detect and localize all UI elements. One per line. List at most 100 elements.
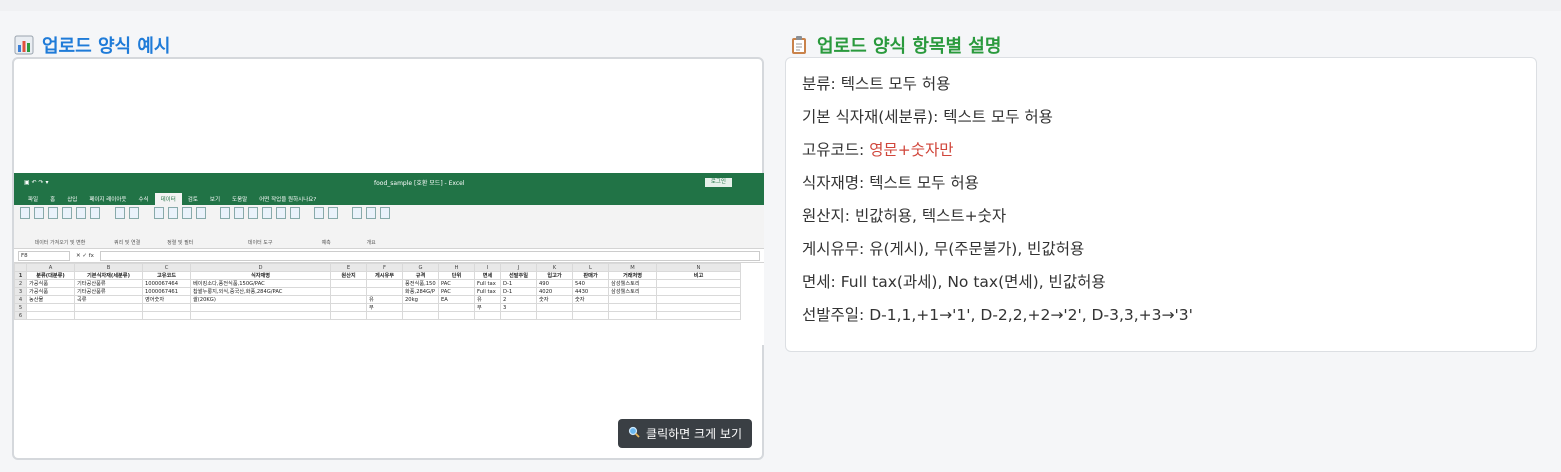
- excel-row-number: 4: [14, 295, 27, 304]
- excel-cell: 게시유무: [366, 271, 403, 280]
- excel-ribbon-icon: [220, 207, 231, 219]
- excel-cell: [142, 311, 191, 320]
- excel-cell: 분류(대분류): [26, 271, 75, 280]
- sample-image-card[interactable]: ▣ ↶ ↷ ▾ food_sample [호환 모드] - Excel 로그인 …: [12, 57, 764, 460]
- excel-cell: [536, 311, 573, 320]
- excel-ribbon-group-label: 쿼리 및 연결: [114, 240, 141, 246]
- excel-cell: 풍전식품,150: [402, 279, 439, 288]
- field-description-item: 기본 식자재(세분류): 텍스트 모두 허용: [802, 107, 1193, 140]
- bar-chart-icon: [14, 35, 34, 55]
- upload-field-desc-title-text: 업로드 양식 항목별 설명: [817, 36, 1002, 57]
- excel-cell: D-1: [500, 287, 537, 296]
- excel-ribbon-icon: [62, 207, 72, 219]
- excel-tab: 도움말: [232, 197, 248, 203]
- excel-cell: [330, 287, 367, 296]
- field-label: 게시유무:: [802, 240, 865, 258]
- excel-tab: 페이지 레이아웃: [89, 197, 127, 203]
- zoom-view-button[interactable]: 클릭하면 크게 보기: [618, 419, 752, 448]
- excel-ribbon-icon: [276, 207, 287, 219]
- excel-cell: [608, 311, 657, 320]
- excel-ribbon-icon: [314, 207, 325, 219]
- excel-cell: [572, 303, 609, 312]
- excel-row: 4 농산물 곡류 영어숫자 쌀(20KG) 유 20kg EA 유 2 숫자 숫자: [14, 295, 741, 304]
- excel-tab: 검토: [187, 197, 198, 203]
- field-description-item: 선발주일: D-1,1,+1→'1', D-2,2,+2→'2', D-3,3,…: [802, 305, 1193, 338]
- excel-ribbon-icons: [20, 207, 100, 219]
- excel-column-header: N: [656, 263, 741, 272]
- excel-ribbon-group-label: 데이터 가져오기 및 변환: [34, 240, 86, 246]
- excel-sample-image[interactable]: ▣ ↶ ↷ ▾ food_sample [호환 모드] - Excel 로그인 …: [14, 173, 764, 345]
- excel-cell: 1000067464: [142, 279, 191, 288]
- excel-cell: 숫자: [536, 295, 573, 304]
- excel-cell: 찹쌀누룽지,외식,중국산,화풍,284G/PAC: [190, 287, 331, 296]
- field-value: 영문+숫자만: [869, 141, 954, 159]
- excel-cell: [656, 311, 741, 320]
- excel-cell: PAC: [438, 279, 475, 288]
- excel-cell: [656, 287, 741, 296]
- excel-ribbon-icon: [20, 207, 30, 219]
- excel-ribbon-icon: [234, 207, 245, 219]
- field-description-item: 면세: Full tax(과세), No tax(면세), 빈값허용: [802, 272, 1193, 305]
- excel-ribbon-icon: [366, 207, 377, 219]
- excel-row: 5무무3: [14, 303, 741, 312]
- excel-cell: 무: [474, 303, 501, 312]
- excel-cell: 숫자: [572, 295, 609, 304]
- excel-cell: 가공식품: [26, 287, 75, 296]
- excel-cell: 고유코드: [142, 271, 191, 280]
- excel-row: 6: [14, 311, 741, 320]
- upload-example-title: 업로드 양식 예시: [14, 32, 170, 58]
- excel-cell: [474, 311, 501, 320]
- excel-login: 로그인: [704, 177, 732, 187]
- excel-filename: food_sample [호환 모드] - Excel: [374, 179, 465, 187]
- excel-cell: [536, 303, 573, 312]
- excel-ribbon-icon: [76, 207, 86, 219]
- excel-cell: [190, 303, 331, 312]
- magnifier-icon: [628, 426, 640, 441]
- excel-ribbon-icon: [90, 207, 100, 219]
- excel-cell: 490: [536, 279, 573, 288]
- excel-cell: 입고가: [536, 271, 573, 280]
- excel-cell: 삼성웰스토리: [608, 279, 657, 288]
- field-label: 식자재명:: [802, 174, 865, 192]
- excel-ribbon-group: 정렬 및 필터: [154, 207, 207, 246]
- excel-ribbon-icons: [220, 207, 301, 219]
- excel-table: A B C D E F G H I J K L M N 1 분류(대분류) 기본식자재(세분류) 고유코드 식자재명…: [14, 263, 741, 320]
- excel-cell: [656, 303, 741, 312]
- excel-cell: [190, 311, 331, 320]
- excel-cell: [330, 279, 367, 288]
- field-description-item: 고유코드: 영문+숫자만: [802, 140, 1193, 173]
- excel-ribbon-icon: [248, 207, 259, 219]
- field-label: 면세:: [802, 273, 836, 291]
- excel-cell: 3: [500, 303, 537, 312]
- excel-cell: 기본식자재(세분류): [74, 271, 143, 280]
- excel-cell: 20kg: [402, 295, 439, 304]
- excel-cell: Full tax: [474, 287, 501, 296]
- excel-title-bar: ▣ ↶ ↷ ▾ food_sample [호환 모드] - Excel 로그인: [14, 173, 764, 191]
- excel-name-box: F8: [18, 250, 70, 261]
- excel-fx-icon: ✕ ✓ fx: [76, 252, 94, 259]
- excel-ribbon-icons: [352, 207, 391, 219]
- excel-tab: 파일: [28, 197, 39, 203]
- excel-cell: 기타공산품류: [74, 287, 143, 296]
- excel-row: 3 가공식품 기타공산품류 1000067461 찹쌀누룽지,외식,중국산,화풍,284…: [14, 287, 741, 296]
- excel-ribbon-icons: [115, 207, 140, 219]
- excel-row: 1 분류(대분류) 기본식자재(세분류) 고유코드 식자재명 원산지 게시유무 규격 단위 면세 선…: [14, 271, 741, 280]
- excel-ribbon-icons: [154, 207, 207, 219]
- excel-cell: 비고: [656, 271, 741, 280]
- excel-ribbon-group-label: 개요: [366, 240, 376, 246]
- excel-cell: [572, 311, 609, 320]
- excel-ribbon: 데이터 가져오기 및 변환 쿼리 및 연결 정렬 및 필터 데이터 도구 예측 개요: [14, 205, 764, 249]
- excel-ribbon-group: 데이터 도구: [220, 207, 301, 246]
- excel-ribbon-group-label: 정렬 및 필터: [167, 240, 194, 246]
- excel-ribbon-icons: [314, 207, 339, 219]
- excel-save-icon: ▣ ↶ ↷ ▾: [24, 178, 49, 186]
- excel-row-number: 2: [14, 279, 27, 288]
- excel-cell: 삼성웰스토리: [608, 287, 657, 296]
- excel-cell: [26, 303, 75, 312]
- field-description-item: 식자재명: 텍스트 모두 허용: [802, 173, 1193, 206]
- field-label: 고유코드:: [802, 141, 865, 159]
- excel-cell: 곡류: [74, 295, 143, 304]
- excel-column-header: D: [190, 263, 331, 272]
- field-label: 원산지:: [802, 207, 851, 225]
- excel-cell: [438, 303, 475, 312]
